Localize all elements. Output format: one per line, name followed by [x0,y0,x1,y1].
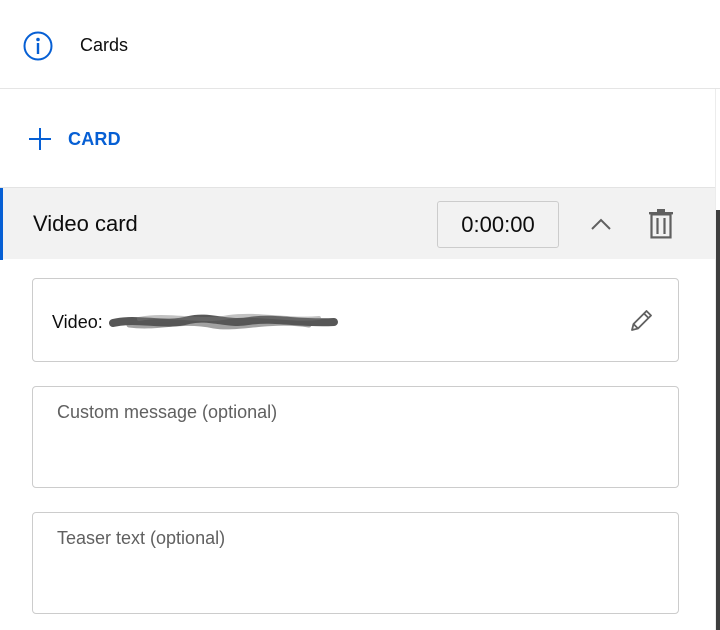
trash-icon[interactable] [647,208,675,240]
panel-header: Cards [0,0,720,89]
custom-message-input[interactable] [33,387,678,487]
card-type-title: Video card [33,211,138,236]
info-icon[interactable] [22,30,54,62]
redacted-video-title [109,307,339,335]
video-card-header[interactable]: Video card 0:00:00 [0,187,715,260]
video-field: Video: [32,278,679,362]
scrollbar-thumb[interactable] [716,210,720,630]
video-field-label: Video: [52,312,103,332]
pencil-icon[interactable] [625,305,657,337]
plus-icon [28,127,52,151]
add-card-button[interactable]: CARD [28,124,121,154]
teaser-text-input[interactable] [33,513,678,613]
card-start-time-input[interactable]: 0:00:00 [437,201,559,248]
teaser-text-field [32,512,679,614]
cards-panel: Cards CARD Video card 0:00:00 Video: Cus… [0,0,720,630]
custom-message-field [32,386,679,488]
add-card-label: CARD [68,128,121,149]
selected-accent-bar [0,188,3,260]
panel-title: Cards [80,35,129,55]
chevron-up-icon[interactable] [588,212,614,238]
